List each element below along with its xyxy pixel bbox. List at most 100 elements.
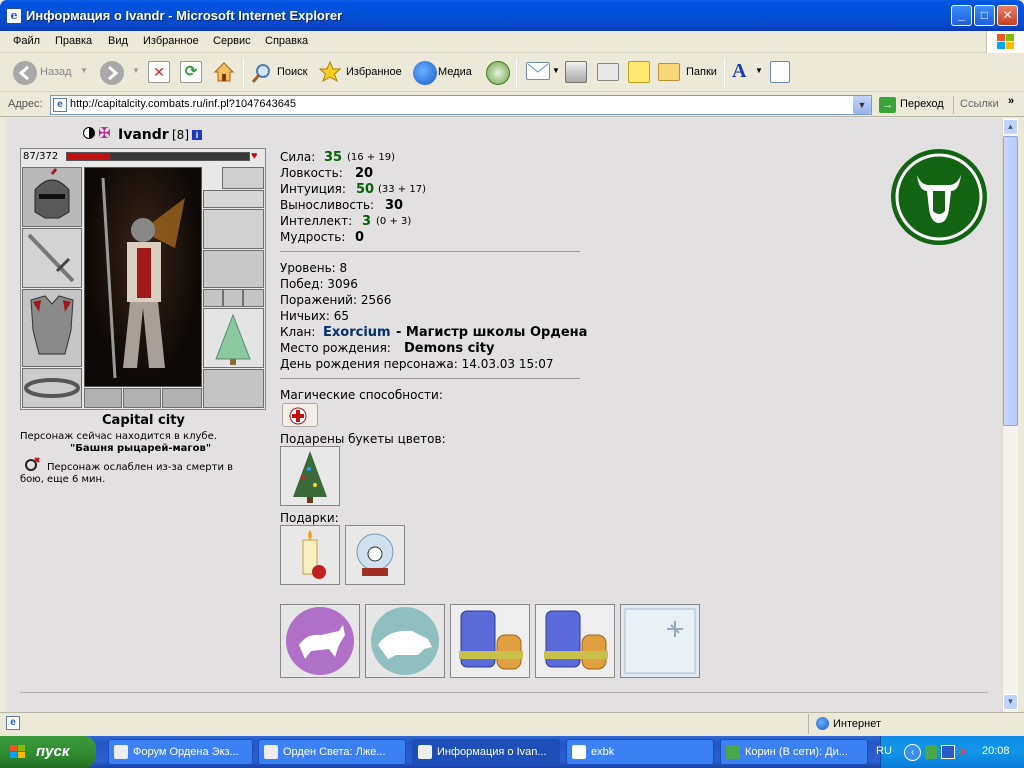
winter-card-gift[interactable] [620, 604, 700, 678]
helmet-slot[interactable] [22, 167, 82, 227]
search-label[interactable]: Поиск [277, 66, 307, 78]
go-button[interactable]: Переход [900, 98, 944, 110]
bull-badge[interactable] [280, 604, 360, 678]
menu-view[interactable]: Вид [108, 35, 128, 47]
christmas-tree-gift[interactable] [280, 446, 340, 506]
info-icon[interactable]: i [192, 130, 202, 140]
maximize-button[interactable]: □ [974, 5, 995, 26]
hp-value: 87/372 [23, 151, 59, 162]
scrollbar-thumb[interactable] [1003, 136, 1018, 426]
empty-slot[interactable] [123, 388, 161, 408]
armor-slot[interactable] [22, 289, 82, 367]
address-url[interactable]: http://capitalcity.combats.ru/inf.pl?104… [70, 98, 296, 110]
forward-dropdown-icon[interactable]: ▼ [132, 66, 140, 75]
refresh-icon[interactable]: ⟳ [180, 61, 202, 83]
back-arrow-icon[interactable] [13, 61, 37, 85]
yin-yang-icon [83, 127, 95, 139]
scroll-up-icon[interactable]: ▲ [1003, 119, 1018, 135]
font-size-icon[interactable]: A [732, 60, 756, 84]
location-place: "Башня рыцарей-магов" [70, 443, 212, 454]
gloves-slot[interactable] [203, 250, 264, 288]
language-indicator[interactable]: RU [876, 745, 892, 757]
print-icon[interactable] [565, 61, 587, 83]
menu-edit[interactable]: Правка [55, 35, 92, 47]
bracer-slot[interactable] [203, 209, 264, 249]
info-losses: Поражений: 2566 [280, 293, 392, 307]
stat-wisdom-value: 0 [355, 230, 365, 245]
media-globe-icon[interactable] [413, 61, 437, 85]
ring-slot[interactable] [243, 289, 264, 307]
stop-icon[interactable]: ✕ [148, 61, 170, 83]
weapon-slot[interactable] [22, 228, 82, 288]
network-icon[interactable] [941, 745, 955, 759]
ring-slot[interactable] [223, 289, 243, 307]
task-info-ivandr[interactable]: Информация о Ivan... [412, 739, 560, 765]
history-icon[interactable] [486, 61, 510, 85]
copy-page-icon[interactable] [770, 61, 790, 83]
task-exbk[interactable]: exbk [566, 739, 714, 765]
divider [20, 692, 988, 693]
boots-slot[interactable] [203, 369, 264, 408]
tray-expand-icon[interactable]: ‹ [904, 744, 921, 761]
edit-icon[interactable] [597, 63, 619, 81]
menu-file[interactable]: Файл [13, 35, 40, 47]
task-order-light[interactable]: Орден Света: Лже... [258, 739, 406, 765]
boar-badge[interactable] [365, 604, 445, 678]
home-icon[interactable] [212, 60, 236, 84]
necklace-slot[interactable] [203, 190, 264, 208]
close-button[interactable]: ✕ [997, 5, 1018, 26]
window-title: Информация о Ivandr - Microsoft Internet… [26, 8, 343, 23]
links-button[interactable]: Ссылки [960, 98, 999, 110]
favorites-star-icon[interactable] [318, 60, 342, 84]
belt-slot[interactable] [22, 368, 82, 408]
media-label[interactable]: Медиа [438, 66, 472, 78]
hp-bar [66, 152, 250, 161]
address-dropdown-icon[interactable]: ▼ [853, 96, 871, 114]
task-korin-chat[interactable]: Корин (В сети): Ди... [720, 739, 868, 765]
go-arrow-icon[interactable]: → [879, 97, 896, 113]
heal-scroll-icon[interactable] [282, 403, 318, 427]
shield-slot[interactable] [203, 308, 264, 368]
character-level: [8] [172, 128, 189, 142]
back-dropdown-icon[interactable]: ▼ [80, 66, 88, 75]
scroll-down-icon[interactable]: ▼ [1003, 694, 1018, 710]
empty-slot[interactable] [84, 388, 122, 408]
beer-gift[interactable] [450, 604, 530, 678]
stat-agility-label: Ловкость: [280, 166, 343, 180]
messenger-tray-icon[interactable] [925, 745, 937, 759]
weakened-text: Персонаж ослаблен из-за смерти в бою, ещ… [20, 462, 234, 485]
candle-gift[interactable] [280, 525, 340, 585]
clan-name-link[interactable]: Exorcium [323, 325, 391, 340]
menu-help[interactable]: Справка [265, 35, 308, 47]
menu-tools[interactable]: Сервис [213, 35, 251, 47]
stat-endurance-value: 30 [385, 198, 404, 213]
folders-label[interactable]: Папки [686, 66, 717, 78]
search-icon[interactable] [250, 61, 274, 85]
minimize-button[interactable]: _ [951, 5, 972, 26]
snow-globe-gift[interactable] [345, 525, 405, 585]
network-disconnected-icon[interactable]: ✕ [958, 745, 972, 759]
city-name: Capital city [102, 413, 185, 428]
folders-icon[interactable] [658, 63, 680, 81]
mail-icon[interactable] [526, 62, 550, 80]
empty-slot[interactable] [162, 388, 202, 408]
forward-arrow-icon[interactable] [100, 61, 124, 85]
info-wins: Побед: 3096 [280, 277, 358, 291]
discuss-icon[interactable] [628, 61, 650, 83]
page-icon: e [53, 98, 67, 112]
menu-favorites[interactable]: Избранное [143, 35, 199, 47]
stat-intuition-value: 50 [356, 182, 375, 197]
mail-dropdown-icon[interactable]: ▼ [552, 66, 560, 75]
stat-wisdom-label: Мудрость: [280, 230, 346, 244]
task-label: exbk [591, 746, 615, 758]
beer-gift[interactable] [535, 604, 615, 678]
chevron-right-icon[interactable]: » [1008, 95, 1014, 107]
start-label[interactable]: пуск [36, 743, 69, 760]
back-label[interactable]: Назад [40, 66, 72, 78]
font-dropdown-icon[interactable]: ▼ [755, 66, 763, 75]
clan-emblem-icon[interactable] [889, 147, 989, 247]
favorites-label[interactable]: Избранное [346, 66, 402, 78]
ring-slot[interactable] [203, 289, 223, 307]
earring-slot[interactable] [222, 167, 264, 189]
task-forum-exorcium[interactable]: Форум Ордена Экз... [108, 739, 253, 765]
